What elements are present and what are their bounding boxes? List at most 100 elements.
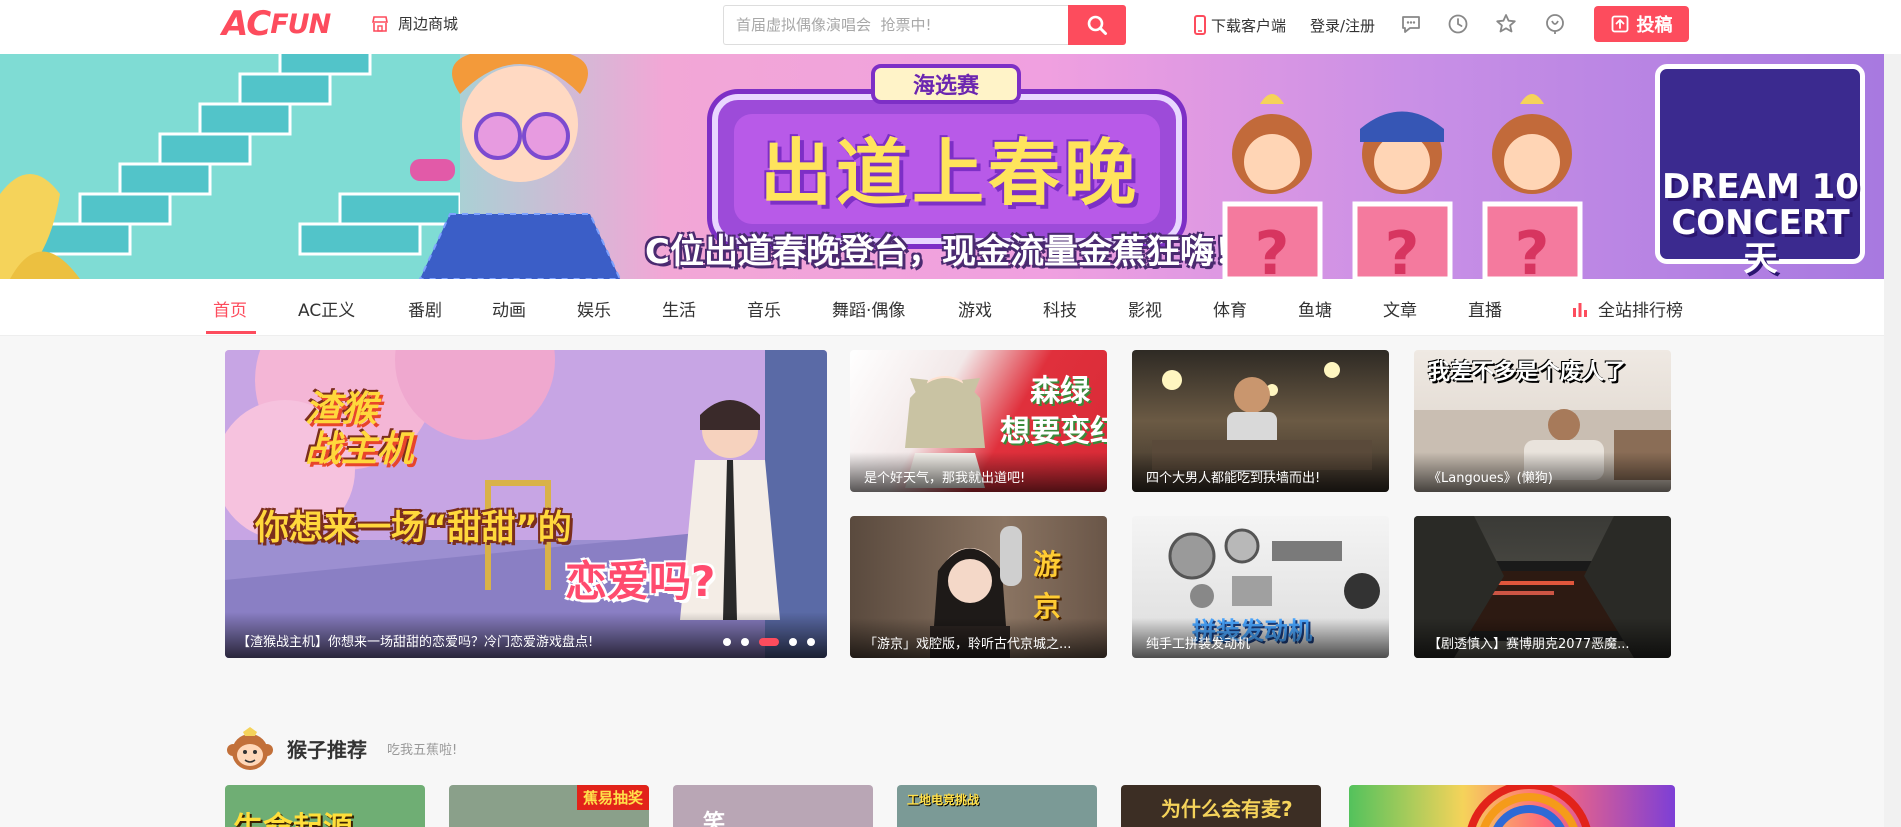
card-caption: 《Langoues》(懒狗) (1414, 452, 1671, 492)
upload-icon (1611, 15, 1628, 33)
nav-item-music[interactable]: 音乐 (747, 296, 781, 321)
concert-line-1: DREAM 10 (1662, 167, 1859, 207)
login-label: 登录/注册 (1310, 16, 1376, 35)
feature-headline-2: 恋爱吗? (565, 557, 716, 606)
game-logo-line-2: 战主机 (305, 429, 414, 470)
monkeys-illustration: ? ? ? (1222, 94, 1583, 279)
login-register-link[interactable]: 登录/注册 (1310, 0, 1375, 50)
concert-line-2: CONCERT 天 (1671, 203, 1850, 279)
shop-link[interactable]: 周边商城 (370, 13, 458, 34)
nav-item-game[interactable]: 游戏 (958, 296, 992, 321)
banner-title: 出道上春晚 (759, 131, 1140, 215)
rank-label: 全站排行榜 (1598, 301, 1683, 321)
recommend-thumb[interactable]: 为什么会有麦? (1121, 785, 1321, 827)
monkey-recommend-header: 猴子推荐 吃我五蕉啦! (225, 725, 457, 771)
nav-item-film[interactable]: 影视 (1128, 296, 1162, 321)
card-overlay-text: 我差不多是个废人了 (1428, 360, 1627, 385)
top-header: ACFUN 周边商城 下载客户端 登录/注册 投稿 (0, 0, 1901, 54)
category-nav: 首页 AC正义 番剧 动画 娱乐 生活 音乐 舞蹈·偶像 游戏 科技 影视 体育… (0, 279, 1901, 336)
nav-item-sports[interactable]: 体育 (1213, 296, 1247, 321)
svg-text:?: ? (1385, 219, 1420, 279)
message-icon[interactable] (1399, 12, 1423, 36)
singer-character-illustration (410, 54, 622, 279)
nav-item-bangumi[interactable]: 番剧 (408, 296, 442, 321)
video-card[interactable]: 游 京 「游京」戏腔版，聆听古代京城之... (850, 516, 1107, 658)
carousel-dots (723, 638, 815, 646)
thumb-overlay-text: 生命起源 (233, 803, 353, 827)
page-scrollbar[interactable] (1884, 54, 1901, 827)
section-title: 猴子推荐 (287, 737, 367, 762)
card-caption: 「游京」戏腔版，聆听古代京城之... (850, 618, 1107, 658)
video-card[interactable]: 森绿 想要变红 是个好天气，那我就出道吧! (850, 350, 1107, 492)
logo-main: AC (222, 4, 271, 44)
carousel-dot-active[interactable] (759, 638, 779, 646)
shop-icon (372, 15, 388, 32)
nav-item-articles[interactable]: 文章 (1383, 296, 1417, 321)
featured-carousel[interactable]: 渣猴 战主机 你想来一场“甜甜”的 恋爱吗? 【渣猴战主机】你想来一场甜甜的恋爱… (225, 350, 827, 658)
carousel-dot[interactable] (723, 638, 731, 646)
nav-item-home[interactable]: 首页 (213, 296, 247, 321)
feature-caption: 【渣猴战主机】你想来一场甜甜的恋爱吗？冷门恋爱游戏盘点! (225, 612, 827, 658)
rainbow-art-thumbnail (1467, 785, 1591, 827)
active-tab-underline (206, 331, 256, 334)
bar-chart-icon (1573, 302, 1587, 317)
video-card[interactable]: 四个大男人都能吃到扶墙而出! (1132, 350, 1389, 492)
video-card[interactable]: 拼装发动机 纯手工拼装发动机 (1132, 516, 1389, 658)
search-button[interactable] (1068, 5, 1126, 45)
history-clock-icon[interactable] (1446, 12, 1470, 36)
feature-headline-1: 你想来一场“甜甜”的 (255, 508, 572, 548)
download-client-link[interactable]: 下载客户端 (1193, 0, 1286, 50)
svg-text:?: ? (1255, 219, 1290, 279)
star-favorite-icon[interactable] (1494, 12, 1518, 36)
card-caption: 纯手工拼装发动机 (1132, 618, 1389, 658)
video-card[interactable]: 我差不多是个废人了 《Langoues》(懒狗) (1414, 350, 1671, 492)
recommend-thumb[interactable]: 工地电竞挑战 (897, 785, 1097, 827)
banana-coin-icon[interactable] (1543, 12, 1567, 36)
recommend-thumb[interactable] (1349, 785, 1675, 827)
download-label: 下载客户端 (1211, 16, 1287, 35)
thumb-overlay-text: 工地电竞挑战 (907, 793, 980, 807)
upload-button[interactable]: 投稿 (1594, 6, 1689, 42)
concert-badge-text: DREAM 10 CONCERT 天 (1658, 169, 1863, 277)
recommend-thumb[interactable]: 蕉易抽奖 (449, 785, 649, 827)
banner-slogan: C位出道春晚登台，现金流量金蕉狂嗨！ (645, 232, 1248, 272)
nav-item-life[interactable]: 生活 (662, 296, 696, 321)
card-overlay-text: 游 京 (1033, 548, 1062, 623)
search-input[interactable] (723, 5, 1068, 45)
acfun-logo[interactable]: AC FUN (222, 4, 331, 44)
search-bar (723, 5, 1126, 45)
section-subtitle: 吃我五蕉啦! (387, 742, 458, 758)
nav-item-entertainment[interactable]: 娱乐 (577, 296, 611, 321)
nav-item-ac-justice[interactable]: AC正义 (298, 296, 355, 321)
monkey-mascot-icon (227, 727, 273, 770)
promo-banner[interactable]: 海选赛 出道上春晚 C位出道春晚登台，现金流量金蕉狂嗨！ ? ? ? DREAM… (0, 54, 1901, 279)
card-caption: 四个大男人都能吃到扶墙而出! (1132, 452, 1389, 492)
carousel-dot[interactable] (789, 638, 797, 646)
recommend-thumb[interactable]: 生命起源 (225, 785, 425, 827)
nav-item-live[interactable]: 直播 (1468, 296, 1502, 321)
card-caption: 【剧透慎入】赛博朋克2077恶魔... (1414, 618, 1671, 658)
game-logo-line-1: 渣猴 (305, 389, 378, 430)
carousel-dot[interactable] (807, 638, 815, 646)
upload-label: 投稿 (1636, 15, 1673, 36)
logo-sub: FUN (270, 8, 331, 40)
carousel-dot[interactable] (741, 638, 749, 646)
shop-label: 周边商城 (398, 15, 459, 33)
thumb-overlay-text: 笑 (703, 811, 726, 827)
nav-item-tech[interactable]: 科技 (1043, 296, 1077, 321)
card-overlay-text: 森绿 想要变红 (1000, 374, 1107, 449)
search-icon (1087, 15, 1107, 35)
svg-text:?: ? (1515, 219, 1550, 279)
phone-icon (1194, 15, 1206, 35)
thumb-overlay-text: 蕉易抽奖 (576, 785, 649, 810)
nav-item-fishpond[interactable]: 鱼塘 (1298, 296, 1332, 321)
banner-tag: 海选赛 (871, 64, 1021, 104)
video-card[interactable]: 【剧透慎入】赛博朋克2077恶魔... (1414, 516, 1671, 658)
game-show-logo: 渣猴 战主机 (305, 390, 413, 470)
recommend-thumb[interactable]: 笑 (673, 785, 873, 827)
site-ranking-link[interactable]: 全站排行榜 (1572, 296, 1683, 321)
card-caption: 是个好天气，那我就出道吧! (850, 452, 1107, 492)
nav-item-dance-idol[interactable]: 舞蹈·偶像 (832, 296, 905, 321)
nav-item-animation[interactable]: 动画 (492, 296, 526, 321)
thumb-overlay-text: 为什么会有麦? (1161, 797, 1293, 821)
